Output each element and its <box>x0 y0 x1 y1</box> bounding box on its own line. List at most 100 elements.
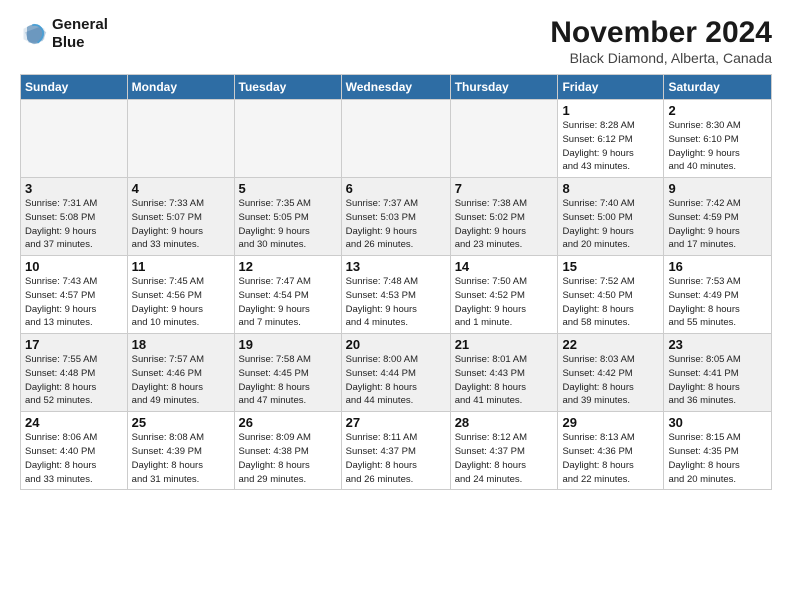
weekday-header-wednesday: Wednesday <box>341 75 450 100</box>
calendar-cell: 6Sunrise: 7:37 AM Sunset: 5:03 PM Daylig… <box>341 178 450 256</box>
subtitle: Black Diamond, Alberta, Canada <box>550 50 772 66</box>
day-info: Sunrise: 8:11 AM Sunset: 4:37 PM Dayligh… <box>346 431 446 486</box>
calendar-cell: 13Sunrise: 7:48 AM Sunset: 4:53 PM Dayli… <box>341 256 450 334</box>
calendar-cell: 1Sunrise: 8:28 AM Sunset: 6:12 PM Daylig… <box>558 100 664 178</box>
calendar-cell <box>450 100 558 178</box>
calendar-cell: 23Sunrise: 8:05 AM Sunset: 4:41 PM Dayli… <box>664 334 772 412</box>
calendar-cell: 4Sunrise: 7:33 AM Sunset: 5:07 PM Daylig… <box>127 178 234 256</box>
day-info: Sunrise: 7:47 AM Sunset: 4:54 PM Dayligh… <box>239 275 337 330</box>
calendar-cell: 29Sunrise: 8:13 AM Sunset: 4:36 PM Dayli… <box>558 412 664 490</box>
day-info: Sunrise: 8:12 AM Sunset: 4:37 PM Dayligh… <box>455 431 554 486</box>
day-number: 24 <box>25 415 123 430</box>
day-info: Sunrise: 8:06 AM Sunset: 4:40 PM Dayligh… <box>25 431 123 486</box>
calendar-cell: 26Sunrise: 8:09 AM Sunset: 4:38 PM Dayli… <box>234 412 341 490</box>
day-info: Sunrise: 7:58 AM Sunset: 4:45 PM Dayligh… <box>239 353 337 408</box>
calendar-cell: 22Sunrise: 8:03 AM Sunset: 4:42 PM Dayli… <box>558 334 664 412</box>
day-number: 25 <box>132 415 230 430</box>
weekday-header-thursday: Thursday <box>450 75 558 100</box>
calendar-week-row: 10Sunrise: 7:43 AM Sunset: 4:57 PM Dayli… <box>21 256 772 334</box>
calendar-cell <box>341 100 450 178</box>
calendar-cell: 17Sunrise: 7:55 AM Sunset: 4:48 PM Dayli… <box>21 334 128 412</box>
calendar-cell <box>127 100 234 178</box>
calendar-cell: 12Sunrise: 7:47 AM Sunset: 4:54 PM Dayli… <box>234 256 341 334</box>
day-number: 6 <box>346 181 446 196</box>
calendar-cell: 8Sunrise: 7:40 AM Sunset: 5:00 PM Daylig… <box>558 178 664 256</box>
day-number: 3 <box>25 181 123 196</box>
day-info: Sunrise: 7:50 AM Sunset: 4:52 PM Dayligh… <box>455 275 554 330</box>
title-area: November 2024 Black Diamond, Alberta, Ca… <box>550 16 772 66</box>
day-number: 5 <box>239 181 337 196</box>
calendar-cell: 19Sunrise: 7:58 AM Sunset: 4:45 PM Dayli… <box>234 334 341 412</box>
day-number: 27 <box>346 415 446 430</box>
day-number: 15 <box>562 259 659 274</box>
weekday-header-saturday: Saturday <box>664 75 772 100</box>
day-number: 21 <box>455 337 554 352</box>
day-number: 4 <box>132 181 230 196</box>
day-info: Sunrise: 7:33 AM Sunset: 5:07 PM Dayligh… <box>132 197 230 252</box>
day-info: Sunrise: 8:03 AM Sunset: 4:42 PM Dayligh… <box>562 353 659 408</box>
day-number: 28 <box>455 415 554 430</box>
day-info: Sunrise: 7:35 AM Sunset: 5:05 PM Dayligh… <box>239 197 337 252</box>
main-title: November 2024 <box>550 16 772 50</box>
day-info: Sunrise: 7:52 AM Sunset: 4:50 PM Dayligh… <box>562 275 659 330</box>
day-info: Sunrise: 7:43 AM Sunset: 4:57 PM Dayligh… <box>25 275 123 330</box>
calendar-cell: 15Sunrise: 7:52 AM Sunset: 4:50 PM Dayli… <box>558 256 664 334</box>
calendar-table: SundayMondayTuesdayWednesdayThursdayFrid… <box>20 74 772 490</box>
day-number: 2 <box>668 103 767 118</box>
day-info: Sunrise: 7:37 AM Sunset: 5:03 PM Dayligh… <box>346 197 446 252</box>
day-number: 1 <box>562 103 659 118</box>
calendar-cell: 5Sunrise: 7:35 AM Sunset: 5:05 PM Daylig… <box>234 178 341 256</box>
calendar-cell: 14Sunrise: 7:50 AM Sunset: 4:52 PM Dayli… <box>450 256 558 334</box>
day-info: Sunrise: 8:15 AM Sunset: 4:35 PM Dayligh… <box>668 431 767 486</box>
day-info: Sunrise: 8:28 AM Sunset: 6:12 PM Dayligh… <box>562 119 659 174</box>
day-info: Sunrise: 7:55 AM Sunset: 4:48 PM Dayligh… <box>25 353 123 408</box>
calendar-cell <box>21 100 128 178</box>
calendar-cell: 21Sunrise: 8:01 AM Sunset: 4:43 PM Dayli… <box>450 334 558 412</box>
day-info: Sunrise: 7:40 AM Sunset: 5:00 PM Dayligh… <box>562 197 659 252</box>
calendar-cell: 18Sunrise: 7:57 AM Sunset: 4:46 PM Dayli… <box>127 334 234 412</box>
calendar-week-row: 1Sunrise: 8:28 AM Sunset: 6:12 PM Daylig… <box>21 100 772 178</box>
calendar-cell: 3Sunrise: 7:31 AM Sunset: 5:08 PM Daylig… <box>21 178 128 256</box>
day-info: Sunrise: 7:53 AM Sunset: 4:49 PM Dayligh… <box>668 275 767 330</box>
calendar-cell: 2Sunrise: 8:30 AM Sunset: 6:10 PM Daylig… <box>664 100 772 178</box>
day-info: Sunrise: 7:31 AM Sunset: 5:08 PM Dayligh… <box>25 197 123 252</box>
calendar-cell: 10Sunrise: 7:43 AM Sunset: 4:57 PM Dayli… <box>21 256 128 334</box>
calendar-cell: 7Sunrise: 7:38 AM Sunset: 5:02 PM Daylig… <box>450 178 558 256</box>
calendar-cell: 30Sunrise: 8:15 AM Sunset: 4:35 PM Dayli… <box>664 412 772 490</box>
weekday-header-monday: Monday <box>127 75 234 100</box>
day-info: Sunrise: 7:48 AM Sunset: 4:53 PM Dayligh… <box>346 275 446 330</box>
header: General Blue November 2024 Black Diamond… <box>20 16 772 66</box>
day-number: 9 <box>668 181 767 196</box>
calendar-cell: 11Sunrise: 7:45 AM Sunset: 4:56 PM Dayli… <box>127 256 234 334</box>
calendar-week-row: 24Sunrise: 8:06 AM Sunset: 4:40 PM Dayli… <box>21 412 772 490</box>
day-number: 20 <box>346 337 446 352</box>
calendar-week-row: 17Sunrise: 7:55 AM Sunset: 4:48 PM Dayli… <box>21 334 772 412</box>
day-info: Sunrise: 7:57 AM Sunset: 4:46 PM Dayligh… <box>132 353 230 408</box>
day-number: 18 <box>132 337 230 352</box>
calendar-cell: 9Sunrise: 7:42 AM Sunset: 4:59 PM Daylig… <box>664 178 772 256</box>
day-number: 17 <box>25 337 123 352</box>
weekday-header-tuesday: Tuesday <box>234 75 341 100</box>
calendar-cell <box>234 100 341 178</box>
day-number: 7 <box>455 181 554 196</box>
day-info: Sunrise: 8:13 AM Sunset: 4:36 PM Dayligh… <box>562 431 659 486</box>
calendar-cell: 28Sunrise: 8:12 AM Sunset: 4:37 PM Dayli… <box>450 412 558 490</box>
day-info: Sunrise: 7:42 AM Sunset: 4:59 PM Dayligh… <box>668 197 767 252</box>
day-info: Sunrise: 8:05 AM Sunset: 4:41 PM Dayligh… <box>668 353 767 408</box>
day-number: 30 <box>668 415 767 430</box>
day-number: 13 <box>346 259 446 274</box>
day-info: Sunrise: 8:30 AM Sunset: 6:10 PM Dayligh… <box>668 119 767 174</box>
day-info: Sunrise: 8:08 AM Sunset: 4:39 PM Dayligh… <box>132 431 230 486</box>
calendar-cell: 24Sunrise: 8:06 AM Sunset: 4:40 PM Dayli… <box>21 412 128 490</box>
day-number: 11 <box>132 259 230 274</box>
logo-text: General Blue <box>52 16 108 52</box>
logo: General Blue <box>20 16 108 52</box>
day-info: Sunrise: 8:09 AM Sunset: 4:38 PM Dayligh… <box>239 431 337 486</box>
calendar-cell: 25Sunrise: 8:08 AM Sunset: 4:39 PM Dayli… <box>127 412 234 490</box>
day-number: 8 <box>562 181 659 196</box>
day-number: 14 <box>455 259 554 274</box>
day-info: Sunrise: 7:38 AM Sunset: 5:02 PM Dayligh… <box>455 197 554 252</box>
weekday-header-sunday: Sunday <box>21 75 128 100</box>
day-number: 23 <box>668 337 767 352</box>
day-info: Sunrise: 8:00 AM Sunset: 4:44 PM Dayligh… <box>346 353 446 408</box>
